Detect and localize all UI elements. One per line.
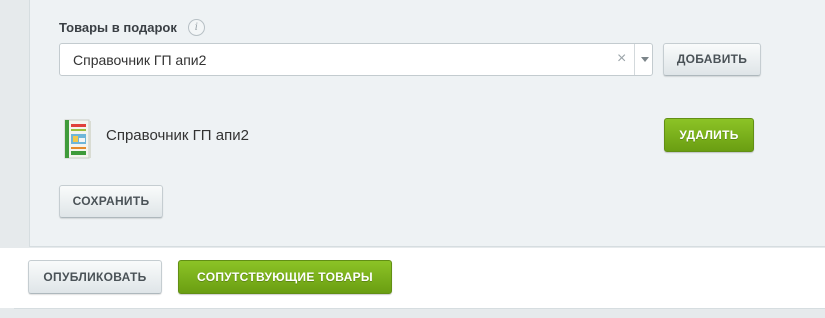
book-cover-icon xyxy=(64,119,91,159)
publish-button[interactable]: ОПУБЛИКОВАТЬ xyxy=(28,260,162,294)
gift-product-select-value: Справочник ГП апи2 xyxy=(73,52,207,68)
select-divider xyxy=(634,44,635,75)
add-button[interactable]: ДОБАВИТЬ xyxy=(663,43,761,76)
gift-products-label-text: Товары в подарок xyxy=(59,20,177,35)
gift-product-select[interactable]: Справочник ГП апи2 × xyxy=(59,43,653,76)
product-thumbnail xyxy=(61,118,95,162)
clear-icon[interactable]: × xyxy=(617,50,626,68)
save-button[interactable]: СОХРАНИТЬ xyxy=(59,185,163,218)
chevron-down-icon[interactable] xyxy=(641,57,649,62)
related-products-button[interactable]: СОПУТСТВУЮЩИЕ ТОВАРЫ xyxy=(178,260,392,294)
product-name: Справочник ГП апи2 xyxy=(106,127,249,144)
remove-button[interactable]: УДАЛИТЬ xyxy=(664,118,754,152)
info-icon[interactable]: i xyxy=(187,19,205,36)
gift-products-label: Товары в подарок i xyxy=(59,19,205,36)
